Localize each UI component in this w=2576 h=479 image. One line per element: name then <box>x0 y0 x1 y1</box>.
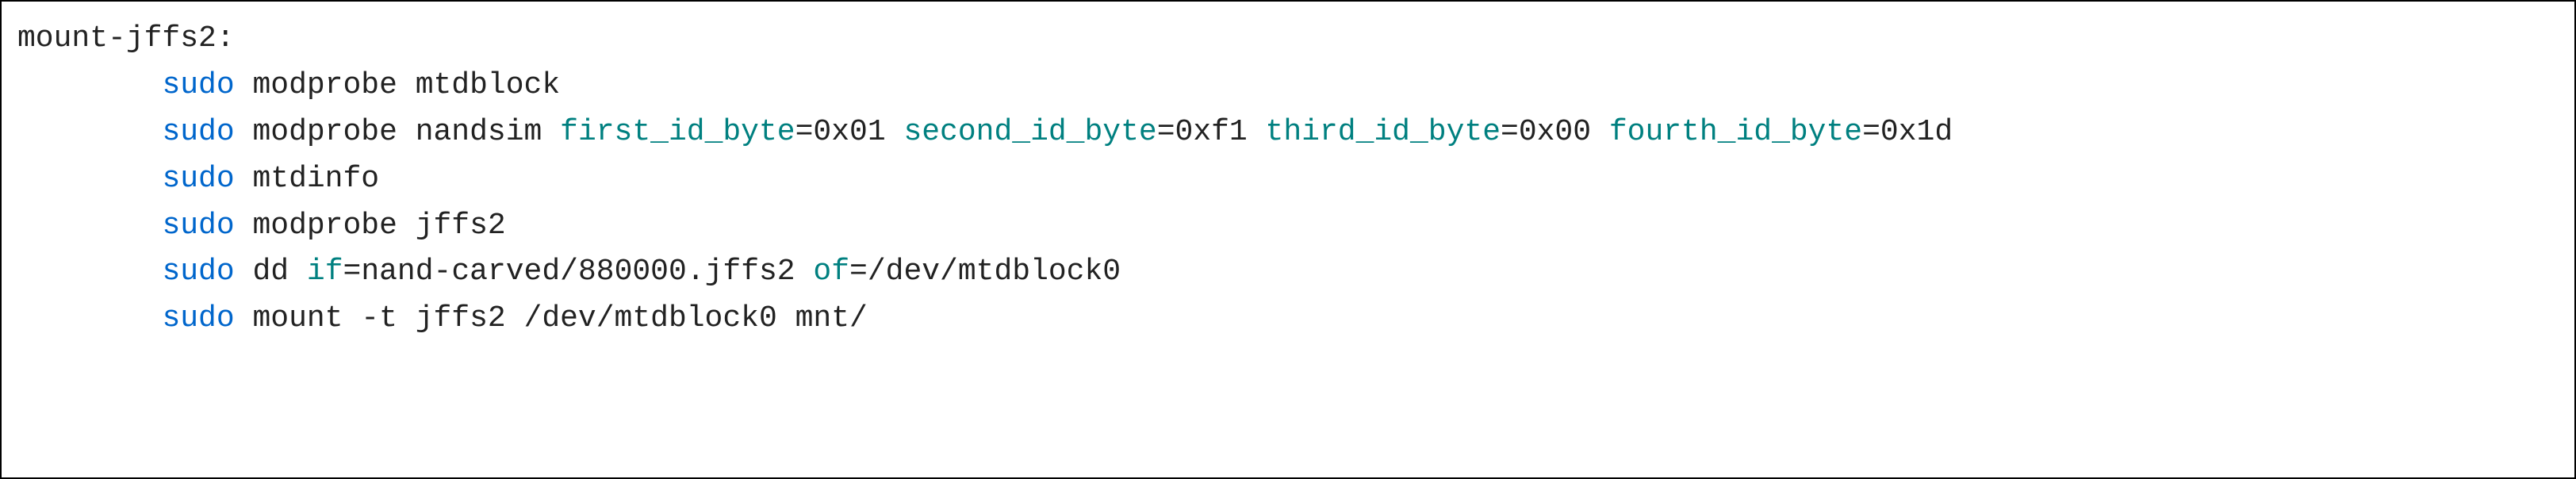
param-value: 0x1d <box>1880 115 1953 149</box>
command-text: modprobe mtdblock <box>252 68 560 102</box>
equals-sign: = <box>795 115 814 149</box>
code-line-3: sudo mtdinfo <box>17 156 2559 203</box>
code-line-1: sudo modprobe mtdblock <box>17 63 2559 109</box>
param-name: if <box>307 255 343 289</box>
param-value: 0x01 <box>813 115 885 149</box>
param-value: 0xf1 <box>1175 115 1248 149</box>
equals-sign: = <box>1501 115 1519 149</box>
param-name: second_id_byte <box>903 115 1156 149</box>
equals-sign: = <box>343 255 362 289</box>
command-text: dd <box>252 255 289 289</box>
command-text: mtdinfo <box>252 162 379 196</box>
keyword-sudo: sudo <box>162 162 234 196</box>
param-name: first_id_byte <box>560 115 795 149</box>
param-value: /dev/mtdblock0 <box>868 255 1121 289</box>
keyword-sudo: sudo <box>162 209 234 243</box>
keyword-sudo: sudo <box>162 115 234 149</box>
equals-sign: = <box>849 255 868 289</box>
keyword-sudo: sudo <box>162 255 234 289</box>
command-text: mount -t jffs2 /dev/mtdblock0 mnt/ <box>252 301 867 335</box>
param-value: nand-carved/880000.jffs2 <box>361 255 795 289</box>
code-block: mount-jffs2: sudo modprobe mtdblock sudo… <box>0 0 2576 479</box>
makefile-target-label: mount-jffs2: <box>17 21 235 56</box>
code-line-4: sudo modprobe jffs2 <box>17 203 2559 250</box>
indent <box>17 63 162 109</box>
equals-sign: = <box>1157 115 1175 149</box>
param-value: 0x00 <box>1519 115 1591 149</box>
equals-sign: = <box>1862 115 1880 149</box>
keyword-sudo: sudo <box>162 301 234 335</box>
code-line-5: sudo dd if=nand-carved/880000.jffs2 of=/… <box>17 249 2559 296</box>
indent <box>17 109 162 156</box>
command-text: modprobe jffs2 <box>252 209 505 243</box>
indent <box>17 156 162 203</box>
param-name: third_id_byte <box>1266 115 1501 149</box>
code-line-label: mount-jffs2: <box>17 16 2559 63</box>
param-name: of <box>813 255 849 289</box>
indent <box>17 203 162 250</box>
param-name: fourth_id_byte <box>1609 115 1862 149</box>
code-line-6: sudo mount -t jffs2 /dev/mtdblock0 mnt/ <box>17 296 2559 343</box>
indent <box>17 249 162 296</box>
indent <box>17 296 162 343</box>
keyword-sudo: sudo <box>162 68 234 102</box>
command-text: modprobe nandsim <box>252 115 542 149</box>
code-line-2: sudo modprobe nandsim first_id_byte=0x01… <box>17 109 2559 156</box>
